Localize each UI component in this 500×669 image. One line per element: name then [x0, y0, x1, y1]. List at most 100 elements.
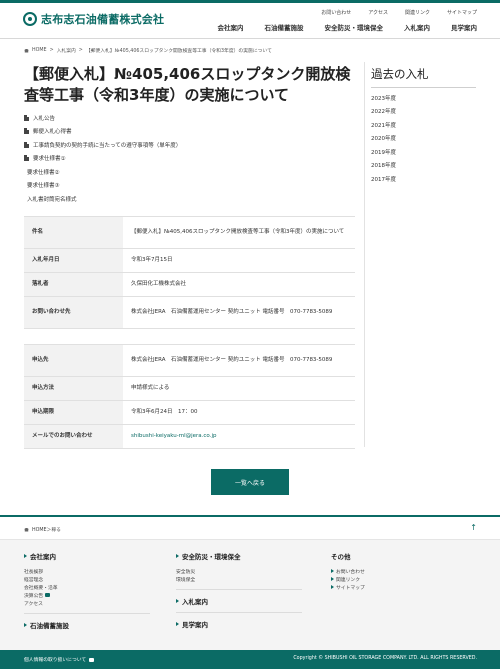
footer-link[interactable]: 社長挨拶	[24, 567, 150, 575]
doc-link[interactable]: 郵便入札心得書	[24, 125, 181, 139]
document-icon	[24, 114, 29, 121]
sidebar-item-year[interactable]: 2020年度	[371, 132, 396, 146]
footer-link[interactable]: お問い合わせ	[331, 567, 365, 575]
row-value: 申請様式による	[123, 376, 355, 401]
footer-col-company: 会社案内 社長挨拶 経営理念 会社概要・沿革 決算公告 アクセス 石油備蓄施設	[24, 551, 150, 630]
contact-email-link[interactable]: shibushi-keiyaku-ml@jera.co.jp	[123, 424, 355, 449]
sidebar-item-year[interactable]: 2021年度	[371, 118, 396, 132]
doc-link[interactable]: 入札書封筒宛名様式	[24, 192, 181, 206]
footer-breadcrumb-bar: HOME＞稼る ↑	[0, 517, 500, 540]
global-nav: 会社案内 石油備蓄施設 安全防災・環境保全 入札案内 見学案内	[218, 22, 478, 32]
caret-right-icon	[176, 599, 179, 603]
footer-link[interactable]: サイトマップ	[331, 583, 365, 591]
table-row: 申込期限 令和3年6月24日 17：00	[24, 400, 355, 425]
row-label: 件名	[24, 216, 123, 249]
document-list: 入札公告 郵便入札心得書 工事請負契約の契約手続に当たっての遵守事項等（単年度）…	[24, 111, 181, 206]
sidebar-item-year[interactable]: 2023年度	[371, 91, 396, 105]
breadcrumb-bidding[interactable]: 入札案内	[57, 47, 76, 54]
row-label: お問い合わせ先	[24, 296, 123, 329]
sidebar-item-year[interactable]: 2017年度	[371, 172, 396, 186]
privacy-link-label[interactable]: 個人情報の取り扱いについて	[24, 656, 86, 663]
footer-head-bidding[interactable]: 入札案内	[176, 596, 302, 606]
doc-link-label[interactable]: 郵便入札心得書	[33, 127, 72, 135]
footer-head-label: その他	[331, 553, 351, 561]
back-to-list-button[interactable]: 一覧へ戻る	[211, 469, 289, 495]
utility-nav: お問い合わせ アクセス 関連リンク サイトマップ	[321, 9, 477, 16]
doc-link[interactable]: 要求仕様書③	[24, 179, 181, 193]
header-accent-bar	[0, 0, 500, 3]
nav-bidding[interactable]: 入札案内	[404, 22, 430, 32]
table-row: 件名 【郵便入札】№405,406スロップタンク開放検査等工事（令和3年度）の実…	[24, 216, 355, 249]
footer-head-safety[interactable]: 安全防災・環境保全	[176, 551, 302, 561]
footer-link[interactable]: 経営理念	[24, 575, 150, 583]
doc-link-label[interactable]: 要求仕様書②	[27, 168, 59, 176]
footer-link[interactable]: アクセス	[24, 599, 150, 607]
document-icon	[24, 155, 29, 162]
doc-link-label[interactable]: 入札公告	[33, 114, 55, 122]
row-value: 久保田化工機株式会社	[123, 272, 355, 297]
footer-head-other: その他	[331, 551, 365, 561]
footer-breadcrumb-home[interactable]: HOME＞稼る	[32, 526, 61, 533]
row-label: 申込先	[24, 344, 123, 377]
footer-link-label[interactable]: 関連リンク	[336, 576, 360, 583]
table-row: メールでのお問い合わせ shibushi-keiyaku-ml@jera.co.…	[24, 424, 355, 449]
footer-link[interactable]: 環境保全	[176, 575, 302, 583]
footer-head-label: 会社案内	[30, 553, 56, 561]
utility-link-access[interactable]: アクセス	[368, 9, 388, 16]
page-top-button[interactable]: ↑	[470, 523, 477, 532]
sidebar-item-year[interactable]: 2019年度	[371, 145, 396, 159]
doc-link[interactable]: 要求仕様書①	[24, 152, 181, 166]
doc-link-label[interactable]: 入札書封筒宛名様式	[27, 195, 77, 203]
footer-link-label[interactable]: 決算公告	[24, 592, 43, 599]
nav-tour[interactable]: 見学案内	[451, 22, 477, 32]
doc-link-label[interactable]: 要求仕様書①	[33, 154, 65, 162]
nav-facility[interactable]: 石油備蓄施設	[265, 22, 304, 32]
utility-link-contact[interactable]: お問い合わせ	[321, 9, 351, 16]
footer-head-facility[interactable]: 石油備蓄施設	[24, 620, 150, 630]
company-logo-icon	[23, 12, 37, 26]
footer-link[interactable]: 決算公告	[24, 591, 150, 599]
caret-right-icon	[331, 569, 334, 573]
doc-link[interactable]: 工事請負契約の契約手続に当たっての遵守事項等（単年度）	[24, 138, 181, 152]
page-title: 【郵便入札】№405,406スロップタンク開放検査等工事（令和3年度）の実施につ…	[24, 65, 351, 104]
privacy-link[interactable]: 個人情報の取り扱いについて	[24, 656, 95, 663]
utility-link-related[interactable]: 関連リンク	[405, 9, 430, 16]
home-icon	[24, 48, 29, 53]
utility-link-sitemap[interactable]: サイトマップ	[447, 9, 477, 16]
doc-link[interactable]: 入札公告	[24, 111, 181, 125]
nav-company[interactable]: 会社案内	[218, 22, 244, 32]
copyright: Copyright © SHIBUSHI OIL STORAGE COMPANY…	[293, 656, 477, 661]
footer-bottom-bar: 個人情報の取り扱いについて Copyright © SHIBUSHI OIL S…	[0, 650, 500, 669]
footer-link-label[interactable]: お問い合わせ	[336, 568, 365, 575]
row-value: 株式会社JERA 石油備蓄運用センター 契約ユニット 電話番号 070-7783…	[123, 344, 355, 377]
breadcrumb-home[interactable]: HOME	[32, 48, 47, 53]
row-label: 申込期限	[24, 400, 123, 425]
sidebar-item-year[interactable]: 2022年度	[371, 105, 396, 119]
footer-link-label[interactable]: サイトマップ	[336, 584, 365, 591]
breadcrumb-separator: >	[49, 48, 54, 53]
caret-right-icon	[331, 577, 334, 581]
footer-sitemap: 会社案内 社長挨拶 経営理念 会社概要・沿革 決算公告 アクセス 石油備蓄施設 …	[0, 540, 500, 650]
document-icon	[24, 141, 29, 148]
footer-head-label: 安全防災・環境保全	[182, 553, 241, 561]
footer-divider	[176, 589, 302, 590]
footer-head-label: 見学案内	[182, 621, 208, 629]
footer-head-company[interactable]: 会社案内	[24, 551, 150, 561]
doc-link[interactable]: 要求仕様書②	[24, 165, 181, 179]
doc-link-label[interactable]: 要求仕様書③	[27, 181, 59, 189]
breadcrumb: HOME > 入札案内 > 【郵便入札】№405,406スロップタンク開放検査等…	[24, 47, 272, 54]
row-label: メールでのお問い合わせ	[24, 424, 123, 449]
nav-safety[interactable]: 安全防災・環境保全	[325, 22, 384, 32]
doc-link-label[interactable]: 工事請負契約の契約手続に当たっての遵守事項等（単年度）	[33, 141, 181, 149]
row-value: 令和3年6月24日 17：00	[123, 400, 355, 425]
caret-right-icon	[331, 585, 334, 589]
sidebar-item-year[interactable]: 2018年度	[371, 159, 396, 173]
footer-col-other: その他 お問い合わせ 関連リンク サイトマップ	[331, 551, 365, 591]
footer-link[interactable]: 会社概要・沿革	[24, 583, 150, 591]
site-logo[interactable]: 志布志石油備蓄株式会社	[23, 11, 164, 27]
footer-link[interactable]: 関連リンク	[331, 575, 365, 583]
past-bids-list: 2023年度 2022年度 2021年度 2020年度 2019年度 2018年…	[371, 91, 396, 186]
footer-head-tour[interactable]: 見学案内	[176, 619, 302, 629]
footer-link[interactable]: 安全防災	[176, 567, 302, 575]
caret-right-icon	[24, 623, 27, 627]
